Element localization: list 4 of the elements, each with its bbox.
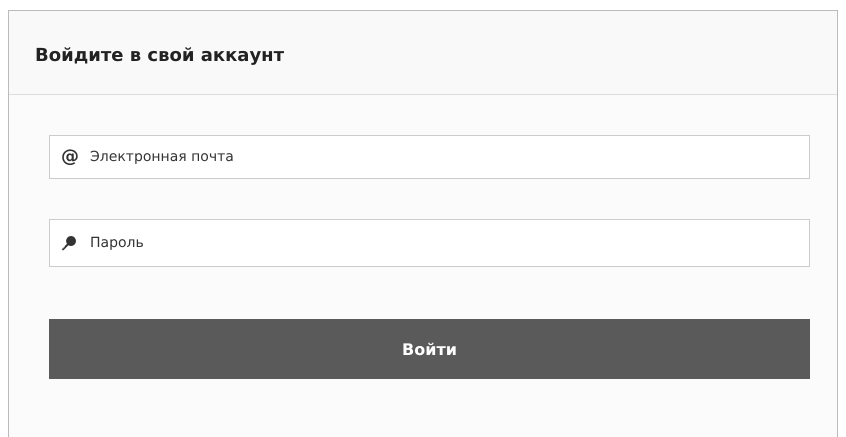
input-field[interactable]: Пароль xyxy=(49,219,810,267)
form-title: Войдите в свой аккаунт xyxy=(35,45,284,66)
at-icon: @ xyxy=(61,148,79,166)
login-button[interactable]: Войти xyxy=(49,319,810,379)
